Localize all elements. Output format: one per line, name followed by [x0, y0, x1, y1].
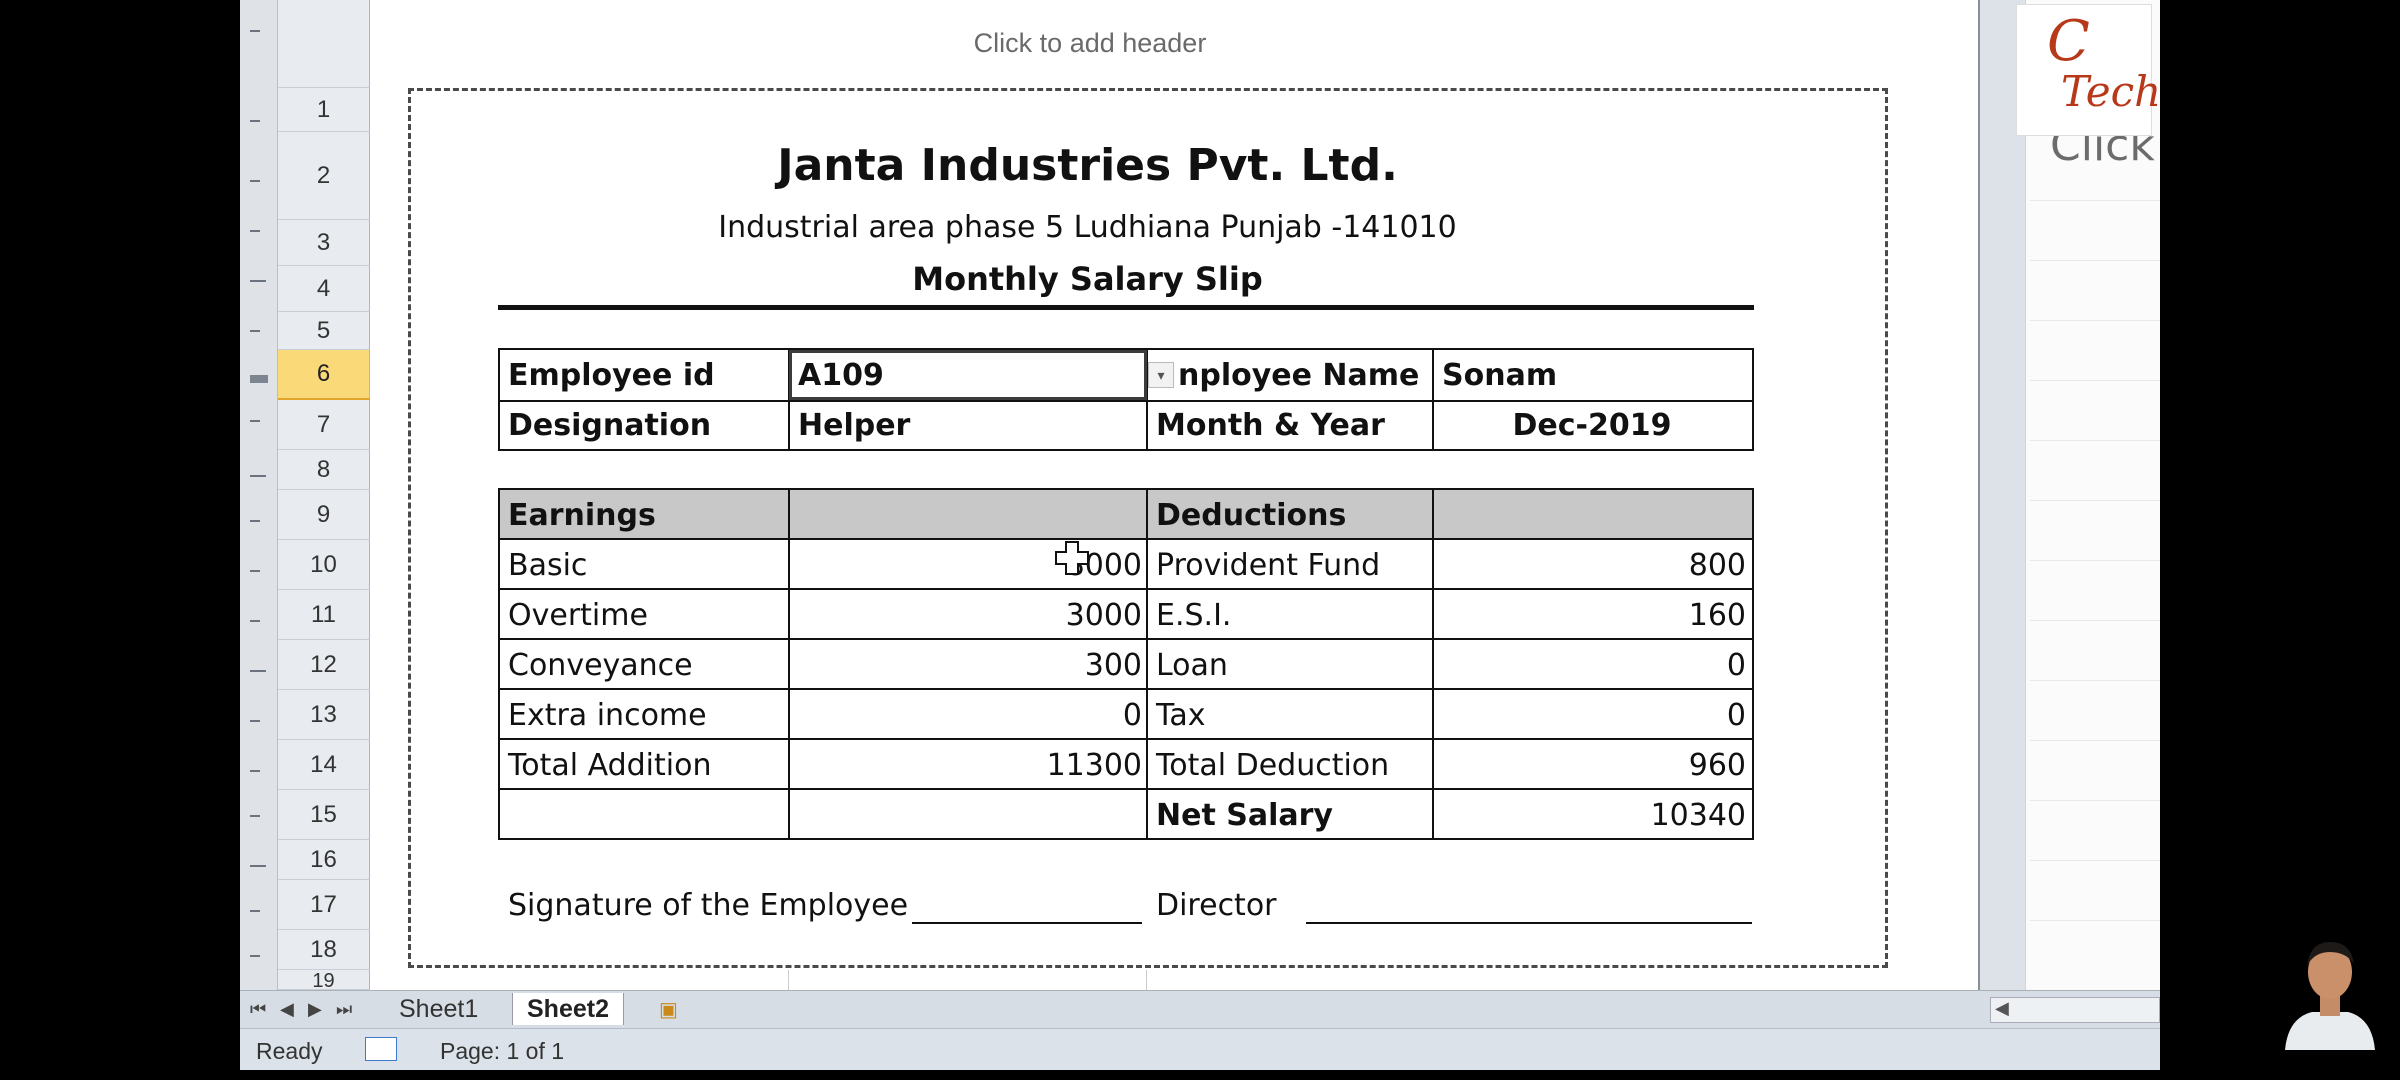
screen: 1 2 3 4 5 6 7 8 9 10 11 12 13 14 15 16 1… — [0, 0, 2400, 1080]
insert-sheet-icon[interactable]: ▣ — [645, 993, 692, 1025]
row-header-2[interactable]: 2 — [278, 132, 370, 220]
employee-name-label: nployee Name — [1178, 358, 1420, 393]
vertical-ruler — [240, 0, 278, 990]
signature-employee-label: Signature of the Employee — [508, 888, 909, 923]
net-salary-value[interactable]: 10340 — [1434, 798, 1746, 833]
deduction-label: Provident Fund — [1156, 548, 1381, 583]
designation-label: Designation — [508, 408, 712, 443]
earning-value[interactable]: 3000 — [790, 598, 1142, 633]
prev-sheet-icon[interactable]: ◀ — [280, 999, 294, 1020]
status-bar: Ready Page: 1 of 1 — [240, 1028, 2160, 1070]
row-header-7[interactable]: 7 — [278, 400, 370, 450]
director-label: Director — [1156, 888, 1277, 923]
tab-sheet2[interactable]: Sheet2 — [512, 993, 624, 1025]
company-name: Janta Industries Pvt. Ltd. — [777, 140, 1398, 191]
presenter-avatar — [2280, 930, 2380, 1050]
row-header-14[interactable]: 14 — [278, 740, 370, 790]
company-address: Industrial area phase 5 Ludhiana Punjab … — [718, 210, 1457, 245]
title-underline — [498, 305, 1754, 310]
row-header-1[interactable]: 1 — [278, 88, 370, 132]
total-deduction-value[interactable]: 960 — [1434, 748, 1746, 783]
month-year-value[interactable]: Dec-2019 — [1434, 408, 1750, 443]
designation-value[interactable]: Helper — [798, 408, 910, 443]
row-header-13[interactable]: 13 — [278, 690, 370, 740]
earning-label: Conveyance — [508, 648, 693, 683]
row-header-9[interactable]: 9 — [278, 490, 370, 540]
deduction-label: Loan — [1156, 648, 1228, 683]
row-header-15[interactable]: 15 — [278, 790, 370, 840]
row-header-19[interactable]: 19 — [278, 970, 370, 992]
row-header-11[interactable]: 11 — [278, 590, 370, 640]
tab-sheet1[interactable]: Sheet1 — [385, 993, 492, 1025]
row-header-6[interactable]: 6 — [278, 350, 370, 400]
row-header-10[interactable]: 10 — [278, 540, 370, 590]
earnings-header: Earnings — [508, 498, 656, 533]
slip-title: Monthly Salary Slip — [912, 260, 1263, 298]
total-addition-label: Total Addition — [508, 748, 712, 783]
next-sheet-icon[interactable]: ▶ — [308, 999, 322, 1020]
employee-id-value[interactable]: A109 — [798, 358, 884, 393]
dropdown-arrow-icon[interactable]: ▾ — [1148, 362, 1174, 388]
earning-value[interactable]: 300 — [790, 648, 1142, 683]
sheet-tabs-bar: ⏮ ◀ ▶ ⏭ Sheet1 Sheet2 ▣ ◀ — [240, 990, 2160, 1028]
row-header-5[interactable]: 5 — [278, 312, 370, 350]
deductions-header: Deductions — [1156, 498, 1347, 533]
deduction-value[interactable]: 0 — [1434, 648, 1746, 683]
employee-name-value[interactable]: Sonam — [1442, 358, 1557, 393]
earning-label: Basic — [508, 548, 588, 583]
last-sheet-icon[interactable]: ⏭ — [336, 999, 352, 1020]
earning-value[interactable]: 0 — [790, 698, 1142, 733]
first-sheet-icon[interactable]: ⏮ — [250, 999, 266, 1020]
net-salary-label: Net Salary — [1156, 798, 1333, 833]
excel-window: 1 2 3 4 5 6 7 8 9 10 11 12 13 14 15 16 1… — [240, 0, 2160, 1070]
macro-record-icon[interactable] — [365, 1037, 397, 1061]
row-header-16[interactable]: 16 — [278, 840, 370, 880]
director-signature-line — [1306, 922, 1752, 924]
total-addition-value[interactable]: 11300 — [790, 748, 1142, 783]
row-header-18[interactable]: 18 — [278, 930, 370, 970]
earning-label: Extra income — [508, 698, 707, 733]
horizontal-scrollbar[interactable]: ◀ — [1990, 997, 2160, 1023]
deduction-value[interactable]: 800 — [1434, 548, 1746, 583]
header-hint[interactable]: Click to add header — [370, 28, 1810, 59]
row-header-4[interactable]: 4 — [278, 266, 370, 312]
page-indicator: Page: 1 of 1 — [440, 1038, 565, 1064]
deduction-label: E.S.I. — [1156, 598, 1232, 633]
row-header-12[interactable]: 12 — [278, 640, 370, 690]
row-header-17[interactable]: 17 — [278, 880, 370, 930]
earnings-header-row — [498, 488, 1754, 538]
move-cursor-icon — [1055, 541, 1089, 575]
page-layout-area[interactable]: Click to add header Janta Industries Pvt… — [370, 0, 1980, 990]
earning-label: Overtime — [508, 598, 648, 633]
row-header-3[interactable]: 3 — [278, 220, 370, 266]
scroll-left-icon[interactable]: ◀ — [1995, 998, 2009, 1019]
status-ready: Ready — [256, 1038, 323, 1064]
channel-logo: C Tech — [2016, 4, 2161, 136]
total-deduction-label: Total Deduction — [1156, 748, 1390, 783]
deduction-label: Tax — [1156, 698, 1206, 733]
deduction-value[interactable]: 160 — [1434, 598, 1746, 633]
row-header-8[interactable]: 8 — [278, 450, 370, 490]
row-header-blank — [278, 0, 370, 88]
employee-signature-line — [912, 922, 1142, 924]
month-year-label: Month & Year — [1156, 408, 1385, 443]
deduction-value[interactable]: 0 — [1434, 698, 1746, 733]
employee-id-label: Employee id — [508, 358, 715, 393]
